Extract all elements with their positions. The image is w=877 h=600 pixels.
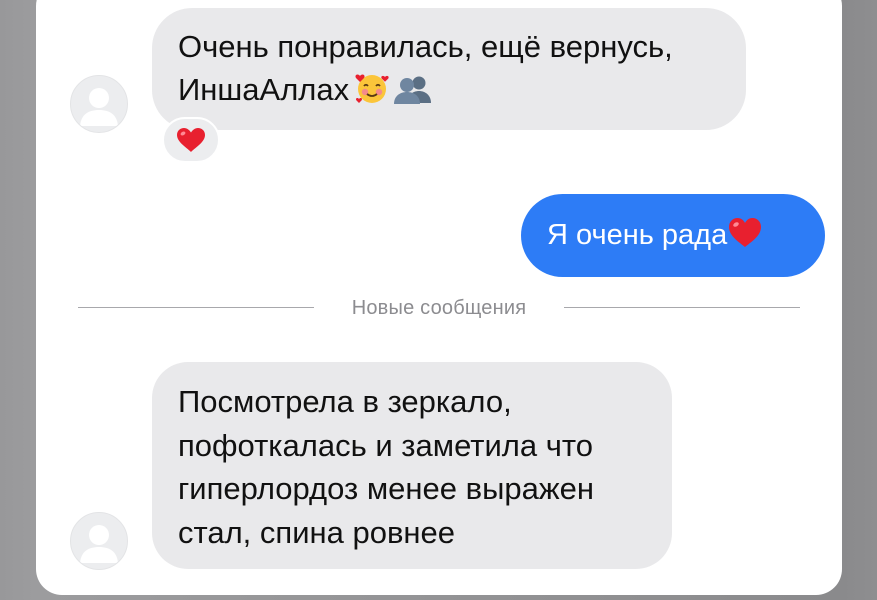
default-avatar-icon [80,525,118,563]
sender-avatar[interactable] [70,75,128,133]
sender-avatar[interactable] [70,512,128,570]
message-bubble-incoming[interactable]: Посмотрела в зеркало, пофоткалась и заме… [152,362,672,569]
smiling-face-with-hearts-emoji [355,74,389,103]
message-line: ИншаАллах [178,72,350,107]
new-messages-divider: Новые сообщения [78,295,800,321]
heart-reaction[interactable] [162,117,220,163]
message-line: гиперлордоз менее выражен [178,471,594,506]
default-avatar-icon [80,88,118,126]
divider-line-left [78,307,314,308]
chat-panel: Очень понравилась, ещё вернусь, ИншаАлла… [36,0,842,595]
red-heart-emoji [177,128,205,152]
message-line: Очень понравилась, ещё вернусь, [178,29,673,64]
message-text: Я очень рада [547,219,728,251]
message-bubble-incoming[interactable]: Очень понравилась, ещё вернусь, ИншаАлла… [152,8,746,130]
divider-label: Новые сообщения [351,297,527,319]
divider-line-right [564,307,800,308]
busts-in-silhouette-emoji [394,76,432,104]
message-line: Посмотрела в зеркало, [178,384,512,419]
message-bubble-outgoing[interactable]: Я очень рада [521,194,825,277]
message-line: стал, спина ровнее [178,514,456,550]
red-heart-emoji [729,218,762,247]
message-line: пофоткалась и заметила что [178,427,593,463]
